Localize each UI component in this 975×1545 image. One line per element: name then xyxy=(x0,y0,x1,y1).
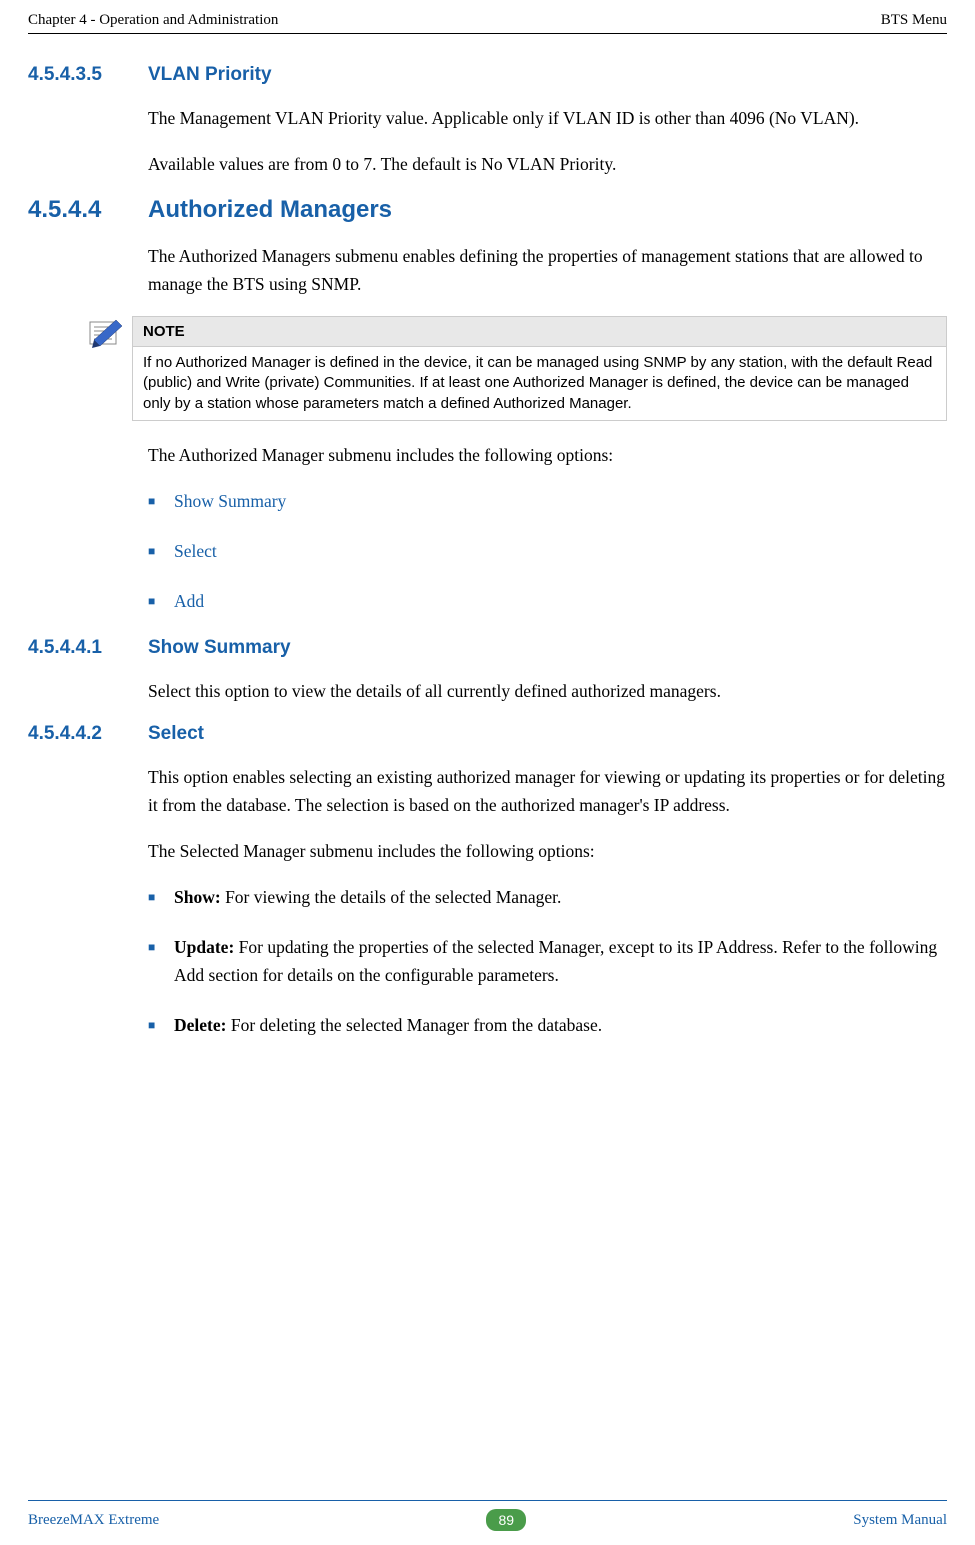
list-item: ■ Add xyxy=(148,587,947,615)
paragraph: Select this option to view the details o… xyxy=(148,677,947,705)
bullet-square-icon: ■ xyxy=(148,1011,174,1039)
header-chapter: Chapter 4 - Operation and Administration xyxy=(28,12,278,29)
list-item: ■ Show: For viewing the details of the s… xyxy=(148,883,947,911)
footer-manual: System Manual xyxy=(853,1512,947,1529)
note-icon xyxy=(88,318,122,348)
section-title: Show Summary xyxy=(148,637,291,659)
list-item: ■ Show Summary xyxy=(148,487,947,515)
paragraph: This option enables selecting an existin… xyxy=(148,763,947,819)
page-content: 4.5.4.3.5 VLAN Priority The Management V… xyxy=(0,34,975,1039)
list-item: ■ Select xyxy=(148,537,947,565)
paragraph: The Authorized Manager submenu includes … xyxy=(148,441,947,469)
option-desc: For deleting the selected Manager from t… xyxy=(226,1015,602,1035)
option-label: Delete: xyxy=(174,1015,226,1035)
link-select[interactable]: Select xyxy=(174,537,217,565)
note-icon-wrap xyxy=(88,316,132,421)
bullet-square-icon: ■ xyxy=(148,537,174,565)
footer-rule xyxy=(28,1500,947,1501)
option-text: Update: For updating the properties of t… xyxy=(174,933,947,989)
section-title: Authorized Managers xyxy=(148,196,392,224)
header-menu: BTS Menu xyxy=(881,12,947,29)
page-number-badge: 89 xyxy=(486,1509,526,1531)
note-body: If no Authorized Manager is defined in t… xyxy=(133,347,946,420)
section-title: VLAN Priority xyxy=(148,64,272,86)
option-text: Show: For viewing the details of the sel… xyxy=(174,883,561,911)
options-list: ■ Show: For viewing the details of the s… xyxy=(148,883,947,1039)
link-add[interactable]: Add xyxy=(174,587,204,615)
option-text: Delete: For deleting the selected Manage… xyxy=(174,1011,602,1039)
link-show-summary[interactable]: Show Summary xyxy=(174,487,286,515)
note-label: NOTE xyxy=(133,317,946,347)
list-item: ■ Update: For updating the properties of… xyxy=(148,933,947,989)
link-list: ■ Show Summary ■ Select ■ Add xyxy=(148,487,947,615)
section-number: 4.5.4.4.1 xyxy=(28,637,148,659)
page-footer: BreezeMAX Extreme 89 System Manual xyxy=(0,1500,975,1545)
option-label: Show: xyxy=(174,887,221,907)
section-number: 4.5.4.3.5 xyxy=(28,64,148,86)
option-desc: For updating the properties of the selec… xyxy=(174,937,937,985)
section-title: Select xyxy=(148,723,204,745)
section-heading: 4.5.4.4 Authorized Managers xyxy=(28,196,947,224)
paragraph: The Selected Manager submenu includes th… xyxy=(148,837,947,865)
page-header: Chapter 4 - Operation and Administration… xyxy=(0,0,975,33)
note-block: NOTE If no Authorized Manager is defined… xyxy=(88,316,947,421)
section-number: 4.5.4.4.2 xyxy=(28,723,148,745)
footer-row: BreezeMAX Extreme 89 System Manual xyxy=(28,1509,947,1531)
paragraph: Available values are from 0 to 7. The de… xyxy=(148,150,947,178)
bullet-square-icon: ■ xyxy=(148,487,174,515)
option-label: Update: xyxy=(174,937,234,957)
option-desc: For viewing the details of the selected … xyxy=(221,887,562,907)
section-heading: 4.5.4.4.1 Show Summary xyxy=(28,637,947,659)
section-heading: 4.5.4.3.5 VLAN Priority xyxy=(28,64,947,86)
bullet-square-icon: ■ xyxy=(148,933,174,989)
bullet-square-icon: ■ xyxy=(148,883,174,911)
paragraph: The Management VLAN Priority value. Appl… xyxy=(148,104,947,132)
note-content: NOTE If no Authorized Manager is defined… xyxy=(132,316,947,421)
footer-product: BreezeMAX Extreme xyxy=(28,1512,159,1529)
bullet-square-icon: ■ xyxy=(148,587,174,615)
paragraph: The Authorized Managers submenu enables … xyxy=(148,242,947,298)
section-heading: 4.5.4.4.2 Select xyxy=(28,723,947,745)
section-number: 4.5.4.4 xyxy=(28,196,148,224)
list-item: ■ Delete: For deleting the selected Mana… xyxy=(148,1011,947,1039)
